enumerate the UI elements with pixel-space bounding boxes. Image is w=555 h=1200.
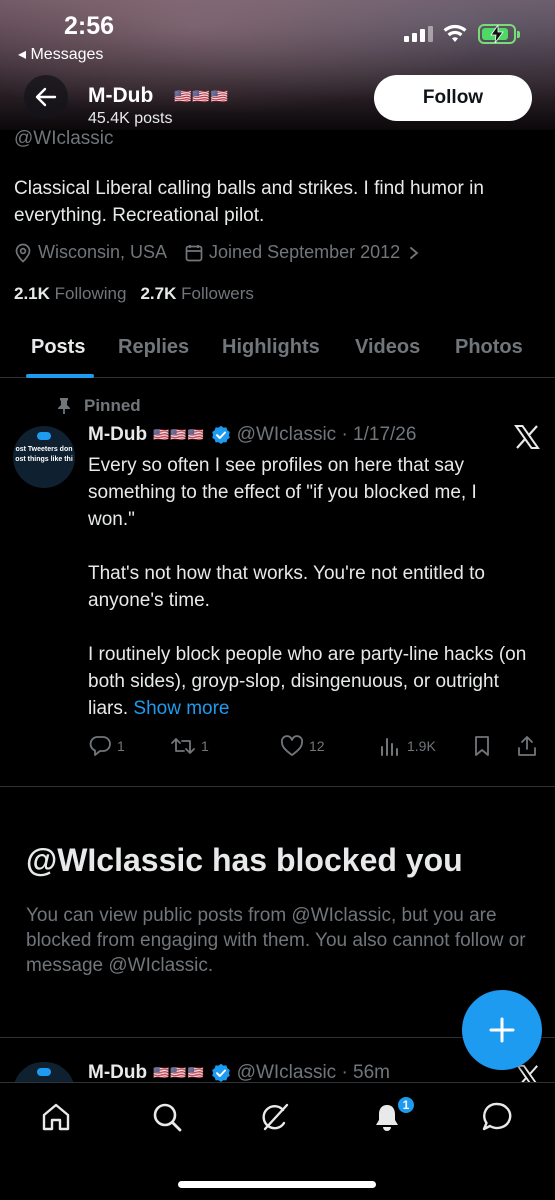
share-button[interactable] [516, 735, 543, 757]
tweet-paragraph: I routinely block people who are party-l… [88, 641, 528, 722]
profile-meta: Wisconsin, USA Joined September 2012 [14, 242, 444, 263]
repost-button[interactable]: 1 [170, 735, 209, 757]
home-indicator[interactable] [178, 1181, 376, 1188]
pin-icon [58, 398, 70, 414]
profile-bio: Classical Liberal calling balls and stri… [14, 178, 484, 226]
tweet-author-name[interactable]: M-Dub [88, 1062, 147, 1084]
location-text: Wisconsin, USA [38, 242, 168, 262]
avatar-text-line: ost things like thi [15, 456, 73, 463]
active-tab-indicator [26, 374, 94, 378]
location-icon [15, 243, 31, 263]
messages-icon[interactable] [481, 1101, 513, 1133]
followers-count: 2.7K [140, 284, 177, 303]
status-time: 2:56 [64, 12, 115, 40]
header-flags: 🇺🇸🇺🇸🇺🇸 [174, 88, 230, 104]
bookmark-button[interactable] [472, 735, 497, 757]
avatar[interactable]: ost Tweeters don ost things like thi [13, 426, 75, 488]
tweet-handle-date: @WIclassic · 1/17/26 [236, 424, 417, 445]
tweet-handle-date: @WIclassic · 56m [236, 1062, 391, 1083]
calendar-icon [185, 244, 203, 261]
verified-icon [211, 1063, 230, 1082]
tab-posts[interactable]: Posts [31, 336, 85, 359]
repost-icon [171, 738, 195, 754]
notification-badge: 1 [396, 1095, 416, 1115]
following-link[interactable]: 2.1K Following [14, 284, 126, 303]
views-icon [381, 738, 398, 756]
tweet-header: M-Dub 🇺🇸🇺🇸🇺🇸 @WIclassic · 56m [88, 1062, 390, 1084]
signal-icon [404, 26, 433, 42]
charging-bolt-icon [490, 25, 504, 43]
joined-text: Joined September 2012 [209, 242, 401, 262]
profile-joined[interactable]: Joined September 2012 [185, 242, 426, 263]
like-button[interactable]: 12 [280, 735, 325, 757]
followers-link[interactable]: 2.7K Followers [140, 284, 253, 303]
tweet-author-flags: 🇺🇸🇺🇸🇺🇸 [153, 427, 205, 442]
blocked-description: You can view public posts from @WIclassi… [26, 905, 526, 976]
follow-counts: 2.1K Following 2.7K Followers [14, 284, 254, 304]
header-name: M-Dub [88, 84, 154, 107]
tweet-author-name[interactable]: M-Dub [88, 424, 147, 446]
back-button[interactable] [24, 75, 68, 119]
reply-icon [89, 736, 111, 756]
tweet-author-flags: 🇺🇸🇺🇸🇺🇸 [153, 1065, 205, 1080]
reply-button[interactable]: 1 [88, 735, 125, 757]
profile-location: Wisconsin, USA [14, 242, 167, 263]
tweet-text[interactable]: Every so often I see profiles on here th… [88, 452, 528, 722]
show-more-link[interactable]: Show more [133, 698, 229, 719]
like-count: 12 [309, 738, 325, 754]
pinned-label: Pinned [84, 396, 141, 415]
following-label: Following [54, 284, 127, 303]
grok-icon[interactable] [259, 1101, 291, 1133]
following-count: 2.1K [14, 284, 50, 303]
bookmark-icon [475, 736, 489, 756]
divider [0, 786, 555, 787]
share-icon [518, 736, 536, 756]
wifi-icon [443, 24, 467, 42]
profile-handle: @WIclassic [14, 128, 114, 149]
home-icon[interactable] [40, 1101, 72, 1133]
profile-tabs: Posts Replies Highlights Videos Photos [0, 330, 555, 378]
compose-button[interactable] [462, 990, 542, 1070]
tab-replies[interactable]: Replies [118, 336, 189, 359]
views-button[interactable]: 1.9K [378, 735, 436, 757]
tab-highlights[interactable]: Highlights [222, 336, 320, 359]
reply-count: 1 [117, 738, 125, 754]
header-posts-count: 45.4K posts [88, 110, 173, 127]
status-bar: 2:56 ◂ Messages [0, 10, 555, 70]
avatar-text-line: ost Tweeters don [15, 446, 73, 453]
tweet-paragraph: That's not how that works. You're not en… [88, 563, 485, 611]
tab-videos[interactable]: Videos [355, 336, 420, 359]
x-logo-icon[interactable] [514, 424, 540, 450]
plus-icon [489, 1017, 515, 1043]
verified-icon [211, 425, 230, 444]
back-arrow-icon [35, 87, 57, 107]
pinned-indicator: Pinned [58, 396, 141, 416]
profile-top-bar: M-Dub 🇺🇸🇺🇸🇺🇸 45.4K posts Follow [0, 74, 555, 127]
followers-label: Followers [181, 284, 254, 303]
tab-photos[interactable]: Photos [455, 336, 523, 359]
search-icon[interactable] [151, 1101, 183, 1133]
repost-count: 1 [201, 738, 209, 754]
tweet-actions: 1 1 12 1.9K [88, 735, 538, 759]
avatar-dot [37, 1068, 51, 1076]
tweet-paragraph: Every so often I see profiles on here th… [88, 455, 477, 530]
blocked-title: @WIclassic has blocked you [26, 842, 463, 878]
like-icon [280, 735, 304, 756]
views-count: 1.9K [407, 738, 436, 754]
chevron-right-icon [410, 246, 419, 259]
follow-button[interactable]: Follow [374, 75, 532, 121]
avatar-dot [37, 432, 51, 440]
tweet-header: M-Dub 🇺🇸🇺🇸🇺🇸 @WIclassic · 1/17/26 [88, 424, 416, 446]
back-to-messages-link[interactable]: ◂ Messages [18, 44, 103, 64]
